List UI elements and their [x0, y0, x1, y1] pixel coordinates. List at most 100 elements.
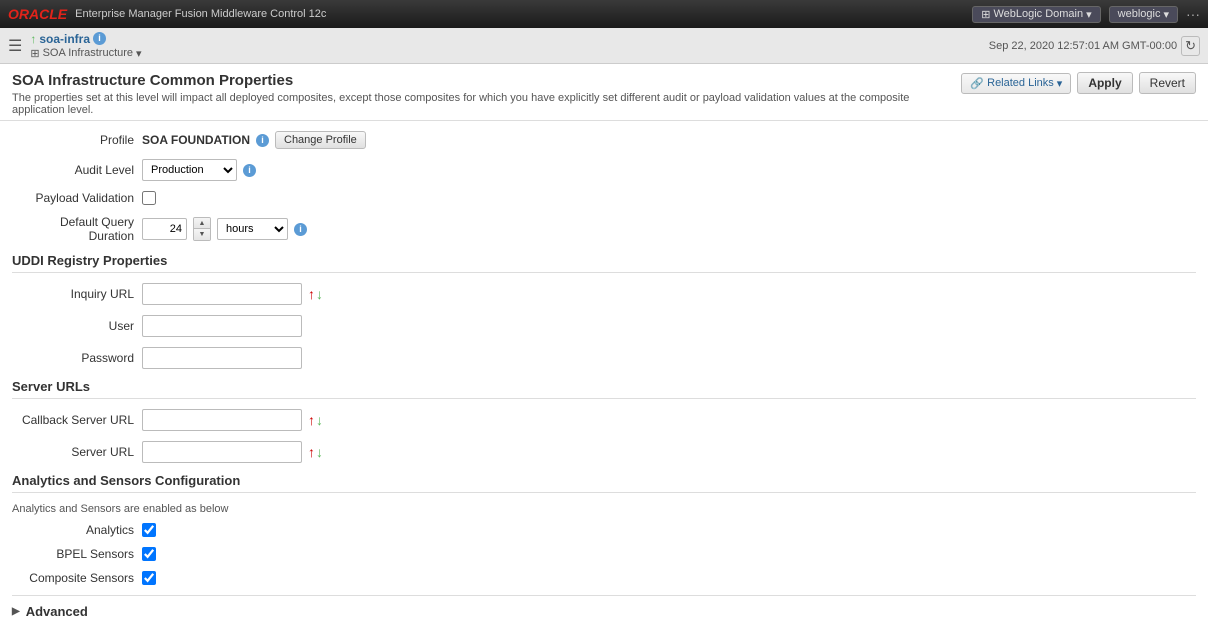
form-area: Profile SOA FOUNDATION i Change Profile … [0, 121, 1208, 617]
server-url-input[interactable] [142, 441, 302, 463]
chevron-down-icon: ▾ [1086, 8, 1092, 21]
oracle-text: ORACLE [8, 6, 67, 22]
page-subtitle: The properties set at this level will im… [12, 92, 949, 116]
password-input[interactable] [142, 347, 302, 369]
duration-unit-select[interactable]: hours minutes seconds [217, 218, 288, 240]
breadcrumb: ↑ soa-infra i ⊞ SOA Infrastructure ▾ [30, 32, 141, 60]
uddi-section-header: UDDI Registry Properties [12, 253, 1196, 273]
soa-infrastructure-label: SOA Infrastructure [43, 47, 133, 59]
url-down-arrow-icon: ↓ [316, 286, 323, 302]
user-row: User [12, 315, 1196, 337]
profile-info-icon[interactable]: i [256, 134, 269, 147]
audit-level-select[interactable]: Production Off Development Trace [142, 159, 237, 181]
user-chevron-icon: ▾ [1163, 8, 1169, 21]
more-options-button[interactable]: ··· [1186, 6, 1200, 22]
audit-level-info-icon[interactable]: i [243, 164, 256, 177]
spinner-up-button[interactable]: ▲ [194, 218, 210, 229]
server-up-arrow-icon: ↑ [308, 444, 315, 460]
composite-sensors-row: Composite Sensors [12, 571, 1196, 585]
spinner-buttons: ▲ ▼ [193, 217, 211, 241]
up-arrow-icon: ↑ [30, 32, 36, 46]
main-content: SOA Infrastructure Common Properties The… [0, 64, 1208, 617]
analytics-section: Analytics and Sensors Configuration Anal… [12, 473, 1196, 585]
payload-validation-label: Payload Validation [12, 191, 142, 205]
analytics-label: Analytics [12, 523, 142, 537]
change-profile-button[interactable]: Change Profile [275, 131, 366, 149]
inquiry-url-row: Inquiry URL ↑↓ [12, 283, 1196, 305]
payload-validation-checkbox[interactable] [142, 191, 156, 205]
spinner-down-button[interactable]: ▼ [194, 229, 210, 240]
expand-icon: ▶ [12, 606, 20, 617]
analytics-section-header: Analytics and Sensors Configuration [12, 473, 1196, 493]
audit-level-row: Audit Level Production Off Development T… [12, 159, 1196, 181]
callback-server-url-input[interactable] [142, 409, 302, 431]
user-input[interactable] [142, 315, 302, 337]
callback-up-arrow-icon: ↑ [308, 412, 315, 428]
related-links-button[interactable]: 🔗 Related Links ▾ [961, 73, 1071, 94]
callback-server-url-row: Callback Server URL ↑↓ [12, 409, 1196, 431]
server-url-icon[interactable]: ↑↓ [308, 444, 323, 460]
inquiry-url-control: ↑↓ [142, 283, 323, 305]
soa-infra-label: soa-infra [39, 32, 90, 46]
inquiry-url-input[interactable] [142, 283, 302, 305]
bpel-sensors-checkbox[interactable] [142, 547, 156, 561]
password-row: Password [12, 347, 1196, 369]
callback-url-icon[interactable]: ↑↓ [308, 412, 323, 428]
revert-button[interactable]: Revert [1139, 72, 1196, 94]
sub-chevron-icon: ▾ [136, 47, 142, 60]
nav-right: ⊞ WebLogic Domain ▾ weblogic ▾ ··· [972, 6, 1200, 23]
weblogic-user-label: weblogic [1118, 8, 1161, 20]
bpel-sensors-control [142, 547, 156, 561]
server-down-arrow-icon: ↓ [316, 444, 323, 460]
hamburger-icon[interactable]: ☰ [8, 36, 22, 56]
server-url-label: Server URL [12, 445, 142, 459]
top-navigation: ORACLE Enterprise Manager Fusion Middlew… [0, 0, 1208, 28]
duration-info-icon[interactable]: i [294, 223, 307, 236]
audit-level-label: Audit Level [12, 163, 142, 177]
weblogic-user-button[interactable]: weblogic ▾ [1109, 6, 1178, 23]
user-label: User [12, 319, 142, 333]
default-query-duration-control: ▲ ▼ hours minutes seconds i [142, 217, 307, 241]
apply-button[interactable]: Apply [1077, 72, 1132, 94]
profile-value: SOA FOUNDATION [142, 133, 250, 147]
weblogic-domain-button[interactable]: ⊞ WebLogic Domain ▾ [972, 6, 1100, 23]
server-url-row: Server URL ↑↓ [12, 441, 1196, 463]
callback-down-arrow-icon: ↓ [316, 412, 323, 428]
em-title: Enterprise Manager Fusion Middleware Con… [75, 8, 326, 20]
url-up-arrow-icon: ↑ [308, 286, 315, 302]
server-urls-section-header: Server URLs [12, 379, 1196, 399]
grid-icon: ⊞ [981, 8, 990, 21]
date-area: Sep 22, 2020 12:57:01 AM GMT-00:00 ↻ [989, 36, 1200, 56]
callback-server-url-label: Callback Server URL [12, 413, 142, 427]
analytics-note: Analytics and Sensors are enabled as bel… [12, 503, 1196, 515]
audit-level-control: Production Off Development Trace i [142, 159, 256, 181]
grid-small-icon: ⊞ [30, 47, 39, 60]
user-control [142, 315, 302, 337]
oracle-logo: ORACLE Enterprise Manager Fusion Middlew… [8, 6, 326, 22]
page-header: SOA Infrastructure Common Properties The… [0, 64, 1208, 121]
soa-infra-link[interactable]: ↑ soa-infra i [30, 32, 141, 46]
analytics-checkbox[interactable] [142, 523, 156, 537]
refresh-button[interactable]: ↻ [1181, 36, 1200, 56]
second-bar: ☰ ↑ soa-infra i ⊞ SOA Infrastructure ▾ S… [0, 28, 1208, 64]
soa-infra-info-icon[interactable]: i [93, 32, 106, 45]
composite-sensors-control [142, 571, 156, 585]
inquiry-url-icon[interactable]: ↑↓ [308, 286, 323, 302]
default-query-duration-label: Default Query Duration [12, 215, 142, 243]
page-title: SOA Infrastructure Common Properties [12, 72, 949, 89]
callback-server-url-control: ↑↓ [142, 409, 323, 431]
advanced-header[interactable]: ▶ Advanced [12, 604, 1196, 617]
bpel-sensors-label: BPEL Sensors [12, 547, 142, 561]
composite-sensors-checkbox[interactable] [142, 571, 156, 585]
default-query-duration-input[interactable] [142, 218, 187, 240]
payload-validation-row: Payload Validation [12, 191, 1196, 205]
server-url-control: ↑↓ [142, 441, 323, 463]
soa-infrastructure-sub[interactable]: ⊞ SOA Infrastructure ▾ [30, 47, 141, 60]
header-actions: 🔗 Related Links ▾ Apply Revert [961, 72, 1196, 94]
password-control [142, 347, 302, 369]
analytics-control [142, 523, 156, 537]
profile-row: Profile SOA FOUNDATION i Change Profile [12, 131, 1196, 149]
related-links-label: Related Links [987, 77, 1054, 89]
password-label: Password [12, 351, 142, 365]
link-icon: 🔗 [970, 77, 984, 90]
